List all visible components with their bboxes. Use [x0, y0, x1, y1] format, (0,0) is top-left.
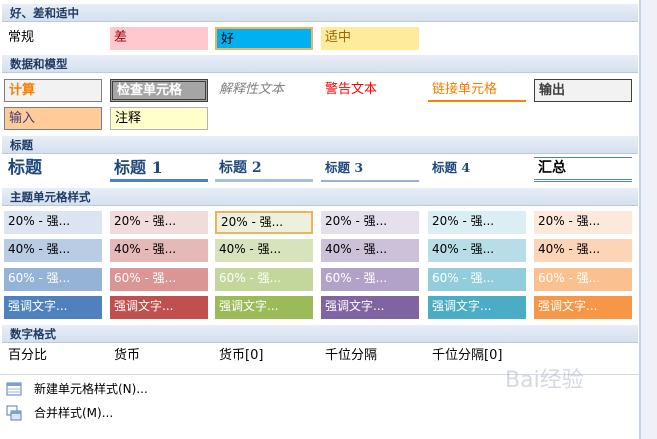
style-theme-40-accent-6[interactable]: 40% - 强... — [534, 239, 632, 262]
style-theme-60-accent-5[interactable]: 60% - 强... — [428, 268, 526, 291]
style-linked-cell[interactable]: 链接单元格 — [428, 79, 526, 102]
section-header-titles: 标题 — [2, 136, 638, 154]
style-input[interactable]: 输入 — [4, 107, 102, 130]
merge-styles-label: 合并样式(M)... — [34, 406, 114, 420]
style-theme-20-accent-2[interactable]: 20% - 强... — [110, 211, 208, 234]
style-warning-text[interactable]: 警告文本 — [321, 79, 419, 102]
style-theme-40-accent-4[interactable]: 40% - 强... — [321, 239, 419, 262]
watermark: Bai经验 — [505, 362, 635, 422]
style-theme-40-accent-1[interactable]: 40% - 强... — [4, 239, 102, 262]
style-comma[interactable]: 千位分隔 — [321, 345, 419, 368]
style-note[interactable]: 注释 — [110, 107, 208, 130]
style-heading-1[interactable]: 标题 1 — [110, 157, 208, 182]
style-theme-60-accent-4[interactable]: 60% - 强... — [321, 268, 419, 291]
style-theme-accent-accent-2[interactable]: 强调文字... — [110, 296, 208, 319]
style-bad[interactable]: 差 — [110, 27, 208, 50]
new-style-icon — [6, 382, 22, 396]
style-good[interactable]: 好 — [215, 27, 313, 50]
style-percent[interactable]: 百分比 — [4, 345, 102, 368]
style-heading-3[interactable]: 标题 3 — [321, 157, 419, 182]
vertical-scrollbar[interactable] — [640, 0, 657, 439]
section-header-good-bad: 好、差和适中 — [2, 4, 638, 22]
section-header-theme: 主题单元格样式 — [2, 188, 638, 206]
style-heading-4[interactable]: 标题 4 — [428, 157, 526, 182]
style-total[interactable]: 汇总 — [534, 157, 632, 182]
style-currency-0[interactable]: 货币[0] — [215, 345, 313, 368]
style-theme-accent-accent-1[interactable]: 强调文字... — [4, 296, 102, 319]
style-theme-60-accent-1[interactable]: 60% - 强... — [4, 268, 102, 291]
style-theme-40-accent-5[interactable]: 40% - 强... — [428, 239, 526, 262]
style-neutral[interactable]: 适中 — [321, 27, 419, 50]
style-title[interactable]: 标题 — [4, 157, 102, 182]
style-theme-20-accent-6[interactable]: 20% - 强... — [534, 211, 632, 234]
merge-styles-icon — [6, 405, 22, 421]
style-theme-accent-accent-3[interactable]: 强调文字... — [215, 296, 313, 319]
style-theme-accent-accent-4[interactable]: 强调文字... — [321, 296, 419, 319]
section-header-number: 数字格式 — [2, 325, 638, 343]
style-theme-60-accent-2[interactable]: 60% - 强... — [110, 268, 208, 291]
style-theme-40-accent-3[interactable]: 40% - 强... — [215, 239, 313, 262]
style-theme-60-accent-3[interactable]: 60% - 强... — [215, 268, 313, 291]
style-theme-accent-accent-6[interactable]: 强调文字... — [534, 296, 632, 319]
style-normal[interactable]: 常规 — [4, 27, 102, 50]
style-check-cell[interactable]: 检查单元格 — [110, 79, 208, 102]
style-theme-accent-accent-5[interactable]: 强调文字... — [428, 296, 526, 319]
watermark-text: Bai经验 — [505, 368, 584, 393]
new-cell-style-label: 新建单元格样式(N)... — [34, 382, 148, 396]
style-theme-20-accent-1[interactable]: 20% - 强... — [4, 211, 102, 234]
style-currency[interactable]: 货币 — [110, 345, 208, 368]
style-calculation[interactable]: 计算 — [4, 79, 102, 102]
style-theme-40-accent-2[interactable]: 40% - 强... — [110, 239, 208, 262]
style-theme-20-accent-4[interactable]: 20% - 强... — [321, 211, 419, 234]
style-heading-2[interactable]: 标题 2 — [215, 157, 313, 182]
style-output[interactable]: 输出 — [534, 79, 632, 102]
style-theme-20-accent-3[interactable]: 20% - 强... — [215, 211, 313, 234]
style-theme-60-accent-6[interactable]: 60% - 强... — [534, 268, 632, 291]
style-theme-20-accent-5[interactable]: 20% - 强... — [428, 211, 526, 234]
style-explanatory-text[interactable]: 解释性文本 — [215, 79, 313, 102]
section-header-data-model: 数据和模型 — [2, 55, 638, 73]
